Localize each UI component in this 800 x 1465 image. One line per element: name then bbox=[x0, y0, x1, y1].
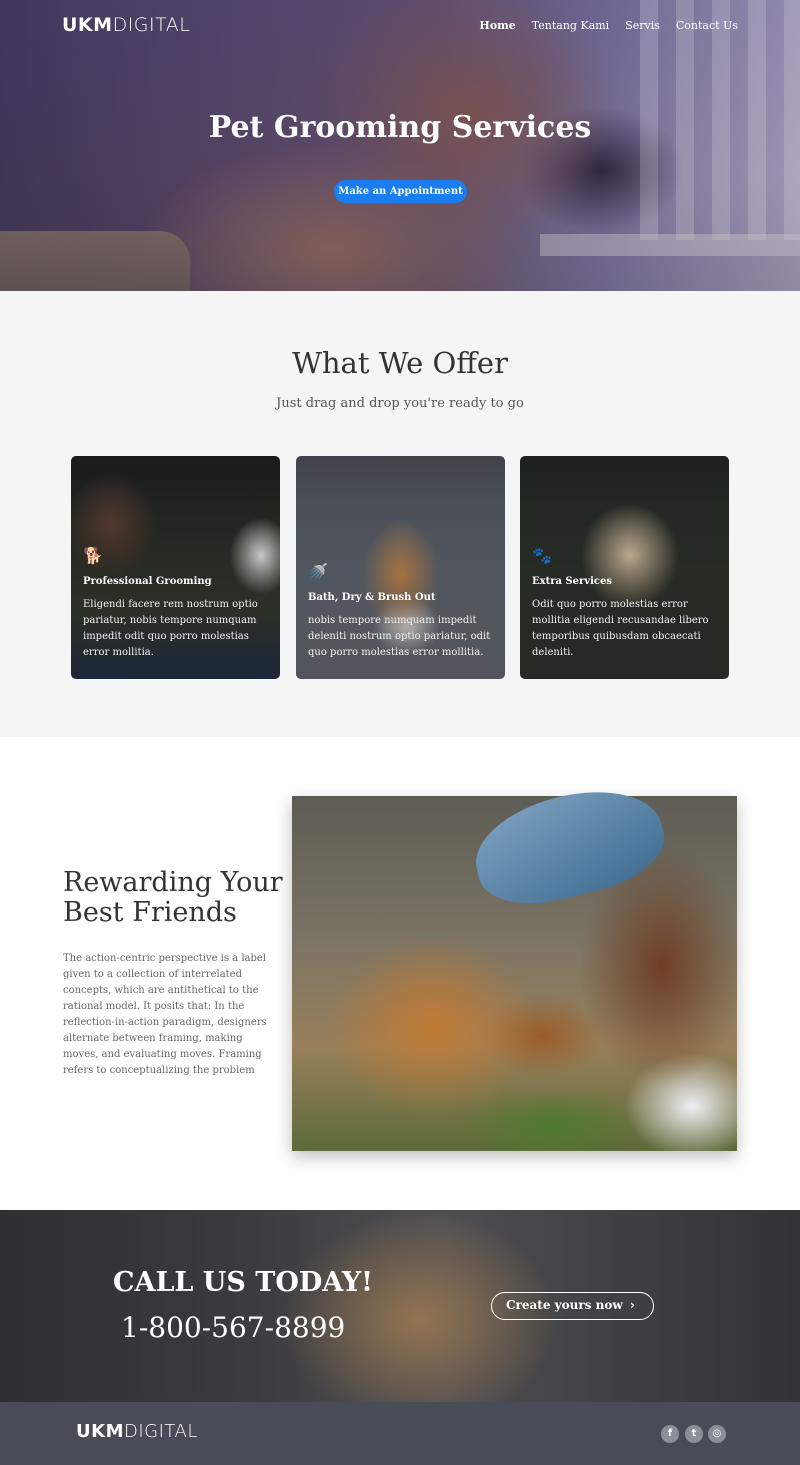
hero-background-sofa bbox=[0, 231, 190, 291]
card-title: Professional Grooming bbox=[83, 576, 212, 587]
footer-logo[interactable]: UKMDIGITAL bbox=[76, 1421, 198, 1442]
offer-subtitle: Just drag and drop you're ready to go bbox=[276, 396, 524, 411]
offer-section: What We Offer Just drag and drop you're … bbox=[0, 291, 800, 737]
instagram-icon[interactable]: ◎ bbox=[708, 1425, 726, 1443]
make-appointment-button[interactable]: Make an Appointment bbox=[334, 180, 467, 203]
logo-bold-text: UKM bbox=[76, 1421, 124, 1442]
facebook-icon[interactable]: f bbox=[661, 1425, 679, 1443]
nav-item-tentang-kami[interactable]: Tentang Kami bbox=[532, 19, 609, 32]
card-text: Eligendi facere rem nostrum optio pariat… bbox=[83, 599, 258, 658]
card-title: Extra Services bbox=[532, 576, 612, 587]
service-card-professional-grooming[interactable]: 🐕 Professional Grooming Eligendi facere … bbox=[71, 456, 280, 679]
offer-title: What We Offer bbox=[292, 346, 508, 380]
card-title: Bath, Dry & Brush Out bbox=[308, 592, 436, 603]
footer: UKMDIGITAL f t ◎ bbox=[0, 1402, 800, 1465]
hero-title: Pet Grooming Services bbox=[208, 110, 592, 145]
call-title: CALL US TODAY! bbox=[113, 1267, 374, 1298]
reward-title-line1: Rewarding Your bbox=[63, 867, 283, 898]
nav-item-servis[interactable]: Servis bbox=[625, 19, 660, 32]
hero-background-rail bbox=[540, 234, 800, 256]
nav-item-contact-us[interactable]: Contact Us bbox=[676, 19, 738, 32]
card-text: nobis tempore numquam impedit deleniti n… bbox=[308, 615, 491, 658]
service-card-bath-dry-brush[interactable]: 🚿 Bath, Dry & Brush Out nobis tempore nu… bbox=[296, 456, 505, 679]
call-phone-number[interactable]: 1-800-567-8899 bbox=[121, 1311, 345, 1344]
reward-text: The action-centric perspective is a labe… bbox=[63, 953, 267, 1076]
logo-light-text: DIGITAL bbox=[123, 1421, 198, 1442]
dog-and-owner-photo bbox=[292, 774, 737, 1151]
twitter-icon[interactable]: t bbox=[685, 1425, 703, 1443]
create-button-label: Create yours now bbox=[506, 1298, 623, 1312]
header-logo[interactable]: UKMDIGITAL bbox=[62, 14, 190, 36]
dog-icon: 🐕 bbox=[83, 546, 103, 565]
create-yours-now-button[interactable]: Create yours now › bbox=[491, 1292, 654, 1320]
service-card-extra-services[interactable]: 🐾 Extra Services Odit quo porro molestia… bbox=[520, 456, 729, 679]
card-text: Odit quo porro molestias error mollitia … bbox=[532, 599, 709, 658]
chevron-right-icon: › bbox=[630, 1298, 635, 1312]
shower-icon: 🚿 bbox=[308, 562, 328, 581]
call-section: CALL US TODAY! 1-800-567-8899 Create you… bbox=[0, 1210, 800, 1402]
photo-hat-shape bbox=[464, 774, 674, 918]
paw-icon: 🐾 bbox=[532, 546, 552, 565]
hero-section: UKMDIGITAL Home Tentang Kami Servis Cont… bbox=[0, 0, 800, 291]
main-nav: Home Tentang Kami Servis Contact Us bbox=[479, 19, 738, 32]
logo-bold-text: UKM bbox=[62, 14, 113, 36]
logo-light-text: DIGITAL bbox=[112, 14, 191, 36]
reward-title-line2: Best Friends bbox=[63, 897, 237, 928]
nav-item-home[interactable]: Home bbox=[479, 19, 515, 32]
reward-title: Rewarding Your Best Friends bbox=[63, 868, 283, 928]
